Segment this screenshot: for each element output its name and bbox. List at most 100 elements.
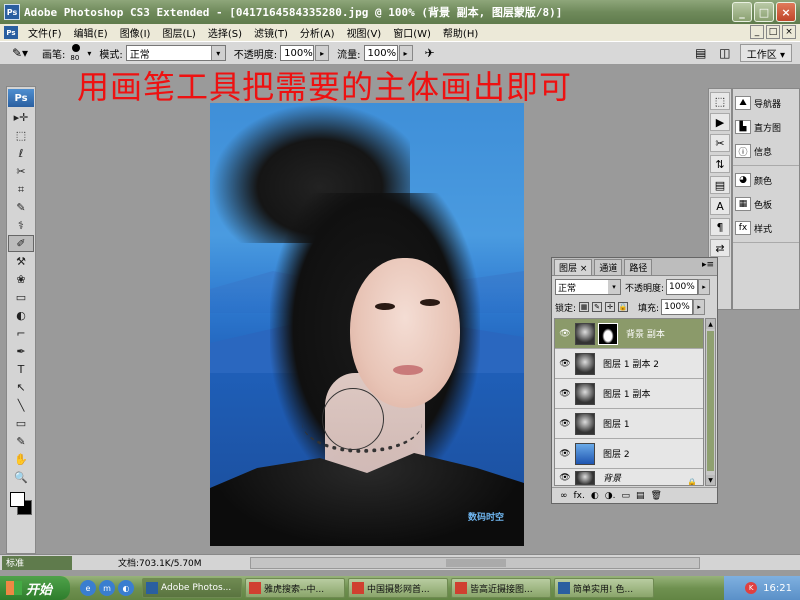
add-mask-icon[interactable]: ◐ xyxy=(591,491,599,501)
scrollbar-thumb[interactable] xyxy=(707,331,714,471)
history-panel-icon[interactable]: ⬚ xyxy=(710,92,730,110)
pen-tool-icon[interactable]: ✒ xyxy=(8,343,34,360)
path-selection-tool-icon[interactable]: ↖ xyxy=(8,379,34,396)
color-swatches[interactable] xyxy=(8,490,34,518)
new-layer-icon[interactable]: ▤ xyxy=(636,491,645,501)
magic-wand-tool-icon[interactable]: ✂ xyxy=(8,163,34,180)
panel-menu-icon[interactable]: ▸≡ xyxy=(702,260,714,270)
type-tool-icon[interactable]: T xyxy=(8,361,34,378)
flow-slider-button[interactable]: ▸ xyxy=(398,45,413,61)
layer-style-icon[interactable]: fx. xyxy=(574,491,585,501)
hand-tool-icon[interactable]: ✋ xyxy=(8,451,34,468)
layers-scrollbar[interactable]: ▲ ▼ xyxy=(705,318,716,486)
eyedropper-tool-icon[interactable]: ✎ xyxy=(8,433,34,450)
brush-picker-arrow-icon[interactable]: ▾ xyxy=(87,49,91,58)
swatches-panel-button[interactable]: ▦ 色板 xyxy=(735,194,797,214)
ps-menu-icon[interactable]: Ps xyxy=(4,26,18,39)
close-button[interactable]: × xyxy=(776,2,796,22)
task-tutorial[interactable]: 简单实用! 色... xyxy=(554,578,654,598)
window-title-bar[interactable]: Ps Adobe Photoshop CS3 Extended - [04171… xyxy=(0,0,800,24)
scrollbar-thumb[interactable] xyxy=(446,559,506,567)
tab-channels[interactable]: 通道 xyxy=(594,259,623,275)
crop-tool-icon[interactable]: ⌗ xyxy=(8,181,34,198)
maximize-button[interactable]: □ xyxy=(754,2,774,22)
minimize-button[interactable]: _ xyxy=(732,2,752,22)
eye-icon[interactable]: 👁 xyxy=(557,356,573,372)
opacity-input[interactable]: 100% xyxy=(280,45,315,61)
flow-input[interactable]: 100% xyxy=(363,45,398,61)
notes-tool-icon[interactable]: ▭ xyxy=(8,415,34,432)
layer-row-background-copy[interactable]: 👁 背景 副本 xyxy=(555,319,703,349)
tab-layers[interactable]: 图层 × xyxy=(554,259,593,275)
healing-brush-tool-icon[interactable]: ⚕ xyxy=(8,217,34,234)
menu-layer[interactable]: 图层(L) xyxy=(156,25,201,40)
menu-image[interactable]: 图像(I) xyxy=(114,25,157,40)
paragraph-panel-icon[interactable]: ¶ xyxy=(710,218,730,236)
line-tool-icon[interactable]: ╲ xyxy=(8,397,34,414)
eraser-tool-icon[interactable]: ▭ xyxy=(8,289,34,306)
lock-position-icon[interactable]: ✛ xyxy=(605,302,616,312)
actions-panel-icon[interactable]: ▶ xyxy=(710,113,730,131)
histogram-panel-button[interactable]: ▙ 直方图 xyxy=(735,117,797,137)
start-button[interactable]: 开始 xyxy=(0,576,70,600)
doc-restore-button[interactable]: □ xyxy=(766,25,780,39)
brush-tool-icon[interactable]: ✐ xyxy=(8,235,34,252)
layer-opacity-input[interactable]: 100% xyxy=(666,279,699,295)
gradient-tool-icon[interactable]: ◐ xyxy=(8,307,34,324)
new-group-icon[interactable]: ▭ xyxy=(621,491,630,501)
eye-icon[interactable]: 👁 xyxy=(557,326,573,342)
layer-mask-thumbnail[interactable] xyxy=(598,322,618,345)
lasso-tool-icon[interactable]: ℓ xyxy=(8,145,34,162)
tool-presets-panel-icon[interactable]: ✂ xyxy=(710,134,730,152)
menu-window[interactable]: 窗口(W) xyxy=(387,25,437,40)
ps-logo[interactable]: Ps xyxy=(8,89,34,107)
eye-icon[interactable]: 👁 xyxy=(557,446,573,462)
task-photo-site[interactable]: 中国摄影网首... xyxy=(348,578,448,598)
scroll-up-icon[interactable]: ▲ xyxy=(706,319,715,329)
document-size-info[interactable]: 文档:703.1K/5.70M xyxy=(118,556,202,569)
menu-analysis[interactable]: 分析(A) xyxy=(294,25,341,40)
bridge-icon[interactable]: ◫ xyxy=(716,44,734,62)
menu-edit[interactable]: 编辑(E) xyxy=(68,25,114,40)
zoom-level-field[interactable]: 标准 xyxy=(2,555,72,570)
lock-image-icon[interactable]: ✎ xyxy=(592,302,603,312)
clone-stamp-tool-icon[interactable]: ⚒ xyxy=(8,253,34,270)
opacity-slider-button[interactable]: ▸ xyxy=(315,45,330,61)
styles-panel-button[interactable]: fx 样式 xyxy=(735,218,797,238)
info-panel-button[interactable]: ⓘ 信息 xyxy=(735,141,797,161)
clone-source-panel-icon[interactable]: ⇅ xyxy=(710,155,730,173)
adjustment-layer-icon[interactable]: ◑. xyxy=(605,491,616,501)
doc-minimize-button[interactable]: _ xyxy=(750,25,764,39)
color-panel-button[interactable]: ◕ 颜色 xyxy=(735,170,797,190)
brush-tool-preset-icon[interactable]: ✎▾ xyxy=(6,43,34,63)
menu-help[interactable]: 帮助(H) xyxy=(437,25,484,40)
workspace-button[interactable]: 工作区 ▾ xyxy=(739,44,792,62)
marquee-tool-icon[interactable]: ⬚ xyxy=(8,127,34,144)
horizontal-scrollbar[interactable] xyxy=(250,557,700,569)
airbrush-icon[interactable]: ✈ xyxy=(421,44,439,62)
lock-all-icon[interactable]: 🔒 xyxy=(618,302,629,312)
dodge-tool-icon[interactable]: ⌐ xyxy=(8,325,34,342)
slice-tool-icon[interactable]: ✎ xyxy=(8,199,34,216)
task-yahoo-search[interactable]: 雅虎搜索--中... xyxy=(245,578,345,598)
layer-row-background[interactable]: 👁 背景 🔒 xyxy=(555,469,703,485)
move-tool-icon[interactable]: ▸✛ xyxy=(8,109,34,126)
layer-row-layer1-copy[interactable]: 👁 图层 1 副本 xyxy=(555,379,703,409)
task-photoshop[interactable]: Adobe Photos... xyxy=(142,578,242,598)
foreground-color-swatch[interactable] xyxy=(10,492,25,507)
brush-picker[interactable]: 80 xyxy=(67,43,87,63)
layer-opacity-slider-button[interactable]: ▸ xyxy=(698,279,711,295)
history-brush-tool-icon[interactable]: ❀ xyxy=(8,271,34,288)
menu-select[interactable]: 选择(S) xyxy=(202,25,248,40)
layer-row-layer1-copy2[interactable]: 👁 图层 1 副本 2 xyxy=(555,349,703,379)
eye-icon[interactable]: 👁 xyxy=(557,416,573,432)
menu-file[interactable]: 文件(F) xyxy=(22,25,68,40)
layer-row-layer1[interactable]: 👁 图层 1 xyxy=(555,409,703,439)
doc-close-button[interactable]: × xyxy=(782,25,796,39)
navigator-panel-button[interactable]: ⛰ 导航器 xyxy=(735,93,797,113)
scroll-down-icon[interactable]: ▼ xyxy=(706,475,715,485)
show-desktop-icon[interactable]: ◐ xyxy=(118,580,134,596)
file-browser-icon[interactable]: ▤ xyxy=(692,44,710,62)
zoom-tool-icon[interactable]: 🔍 xyxy=(8,469,34,486)
messenger-icon[interactable]: m xyxy=(99,580,115,596)
